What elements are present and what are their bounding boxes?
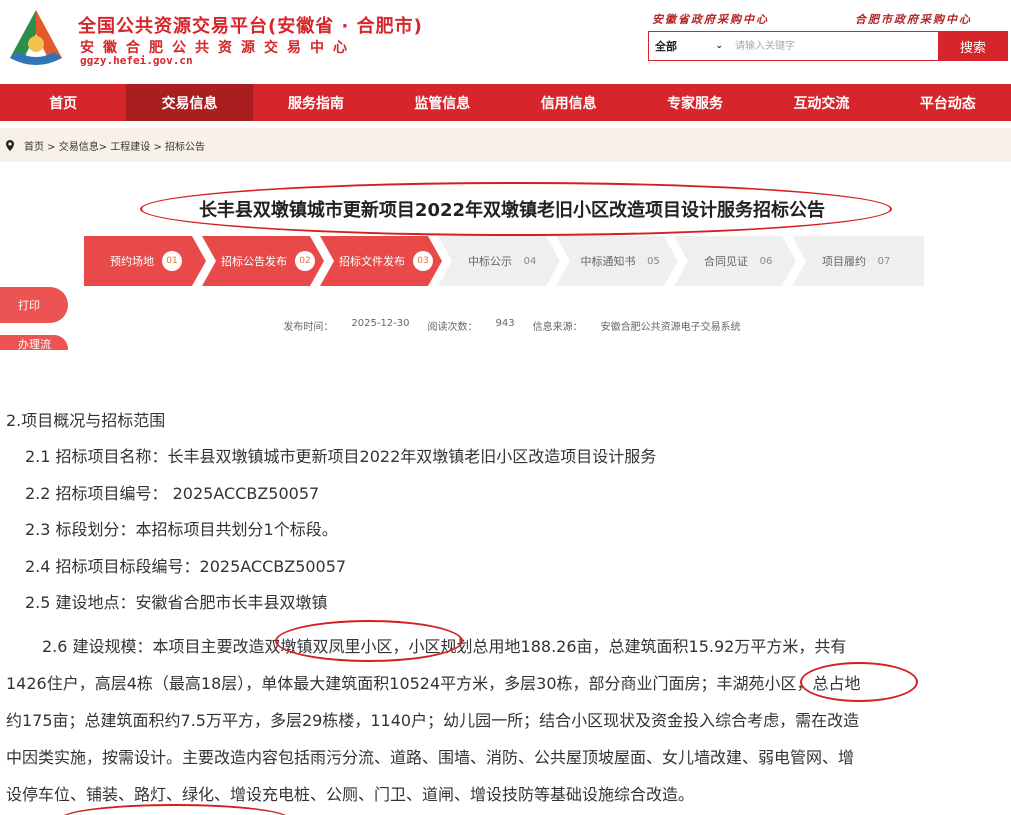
page-title: 长丰县双墩镇城市更新项目2022年双墩镇老旧小区改造项目设计服务招标公告 <box>198 200 826 221</box>
step-number: 05 <box>647 255 660 267</box>
step-label: 项目履约 <box>822 255 866 268</box>
scale-line: 设停车位、铺装、路灯、绿化、增设充电桩、公厕、门卫、道闸、增设技防等基础设施综合… <box>6 785 695 804</box>
annotation-ellipse-bottom <box>60 804 290 815</box>
step-number: 06 <box>759 255 773 267</box>
step-item[interactable]: 项目履约 07 <box>796 236 920 286</box>
notice-card: 长丰县双墩镇城市更新项目2022年双墩镇老旧小区改造项目设计服务招标公告 预约场… <box>12 164 999 350</box>
process-button[interactable]: 办理流 <box>0 335 68 351</box>
nav-item-supervision[interactable]: 监管信息 <box>379 84 505 121</box>
body-item: 2.4 招标项目标段编号：2025ACCBZ50057 <box>25 557 347 576</box>
step-label: 招标文件发布 <box>339 255 405 268</box>
breadcrumb-text[interactable]: 首页 > 交易信息> 工程建设 > 招标公告 <box>24 138 205 153</box>
search-input[interactable] <box>735 35 925 57</box>
search-scope-select[interactable]: 全部 ⌄ <box>649 32 731 60</box>
chevron-down-icon: ⌄ <box>715 41 723 51</box>
step-item[interactable]: 预约场地 01 <box>84 236 208 286</box>
site-url: ggzy.hefei.gov.cn <box>80 54 193 67</box>
top-link-city-procurement[interactable]: 合肥市政府采购中心 <box>855 11 972 27</box>
views-count: 943 <box>495 318 515 329</box>
source-value: 安徽合肥公共资源电子交易系统 <box>600 322 741 333</box>
scale-line: 中因类实施，按需设计。主要改造内容包括雨污分流、道路、围墙、消防、公共屋顶坡屋面… <box>6 748 855 767</box>
scale-line: 约175亩；总建筑面积约7.5万平方，多层29栋楼，1140户；幼儿园一所；结合… <box>6 711 860 730</box>
step-item[interactable]: 招标文件发布 03 <box>324 236 448 286</box>
step-label: 招标公告发布 <box>221 255 287 268</box>
source-label: 信息来源： <box>532 322 583 333</box>
step-item[interactable]: 中标通知书 05 <box>560 236 684 286</box>
progress-steps: 预约场地 01 招标公告发布 02 招标文件发布 03 中标公示 04 中标通知… <box>84 236 934 286</box>
step-number: 01 <box>162 251 182 271</box>
nav-item-platform-news[interactable]: 平台动态 <box>885 84 1011 121</box>
step-item[interactable]: 招标公告发布 02 <box>206 236 330 286</box>
print-button[interactable]: 打印 <box>0 287 68 323</box>
body-item: 2.3 标段划分：本招标项目共划分1个标段。 <box>25 520 338 539</box>
nav-item-credit[interactable]: 信用信息 <box>506 84 632 121</box>
body-item: 2.2 招标项目编号： 2025ACCBZ50057 <box>25 484 320 503</box>
main-nav: 首页 交易信息 服务指南 监管信息 信用信息 专家服务 互动交流 平台动态 <box>0 84 1011 121</box>
step-number: 07 <box>877 255 891 267</box>
scale-line: 2.6 建设规模：本项目主要改造双墩镇双凤里小区，小区规划总用地188.26亩，… <box>42 637 847 656</box>
nav-item-expert[interactable]: 专家服务 <box>632 84 758 121</box>
search-scope-value: 全部 <box>655 40 677 53</box>
step-item[interactable]: 合同见证 06 <box>678 236 802 286</box>
nav-item-service-guide[interactable]: 服务指南 <box>253 84 379 121</box>
nav-item-trading-info[interactable]: 交易信息 <box>126 84 253 121</box>
search-box: 全部 ⌄ 搜索 <box>648 31 1008 61</box>
step-label: 中标通知书 <box>580 255 636 268</box>
breadcrumb: 首页 > 交易信息> 工程建设 > 招标公告 <box>0 128 1011 162</box>
publish-date: 2025-12-30 <box>351 318 410 329</box>
views-label: 阅读次数： <box>427 322 478 333</box>
site-logo-icon[interactable] <box>4 6 68 70</box>
step-number: 02 <box>295 251 315 271</box>
search-button[interactable]: 搜索 <box>938 31 1008 61</box>
top-link-province-procurement[interactable]: 安徽省政府采购中心 <box>652 11 769 27</box>
section-heading: 2.项目概况与招标范围 <box>6 411 166 430</box>
publish-label: 发布时间： <box>283 322 334 333</box>
site-header: 全国公共资源交易平台(安徽省 · 合肥市) 安徽合肥公共资源交易中心 ggzy.… <box>0 0 1011 80</box>
location-pin-icon <box>6 139 14 151</box>
body-item: 2.5 建设地点：安徽省合肥市长丰县双墩镇 <box>25 593 328 612</box>
notice-meta: 发布时间： 2025-12-30 阅读次数： 943 信息来源： 安徽合肥公共资… <box>12 318 1011 333</box>
nav-item-interaction[interactable]: 互动交流 <box>758 84 884 121</box>
step-number: 04 <box>523 255 537 267</box>
step-number: 03 <box>413 251 433 271</box>
nav-item-home[interactable]: 首页 <box>0 84 126 121</box>
site-title: 全国公共资源交易平台(安徽省 · 合肥市) <box>78 16 423 37</box>
step-label: 中标公示 <box>468 255 512 268</box>
body-item: 2.1 招标项目名称：长丰县双墩镇城市更新项目2022年双墩镇老旧小区改造项目设… <box>25 447 657 466</box>
step-label: 预约场地 <box>110 255 154 268</box>
step-label: 合同见证 <box>704 255 748 268</box>
step-item[interactable]: 中标公示 04 <box>442 236 566 286</box>
scale-line: 1426住户，高层4栋（最高18层），单体最大建筑面积10524平方米，多层30… <box>6 674 861 693</box>
